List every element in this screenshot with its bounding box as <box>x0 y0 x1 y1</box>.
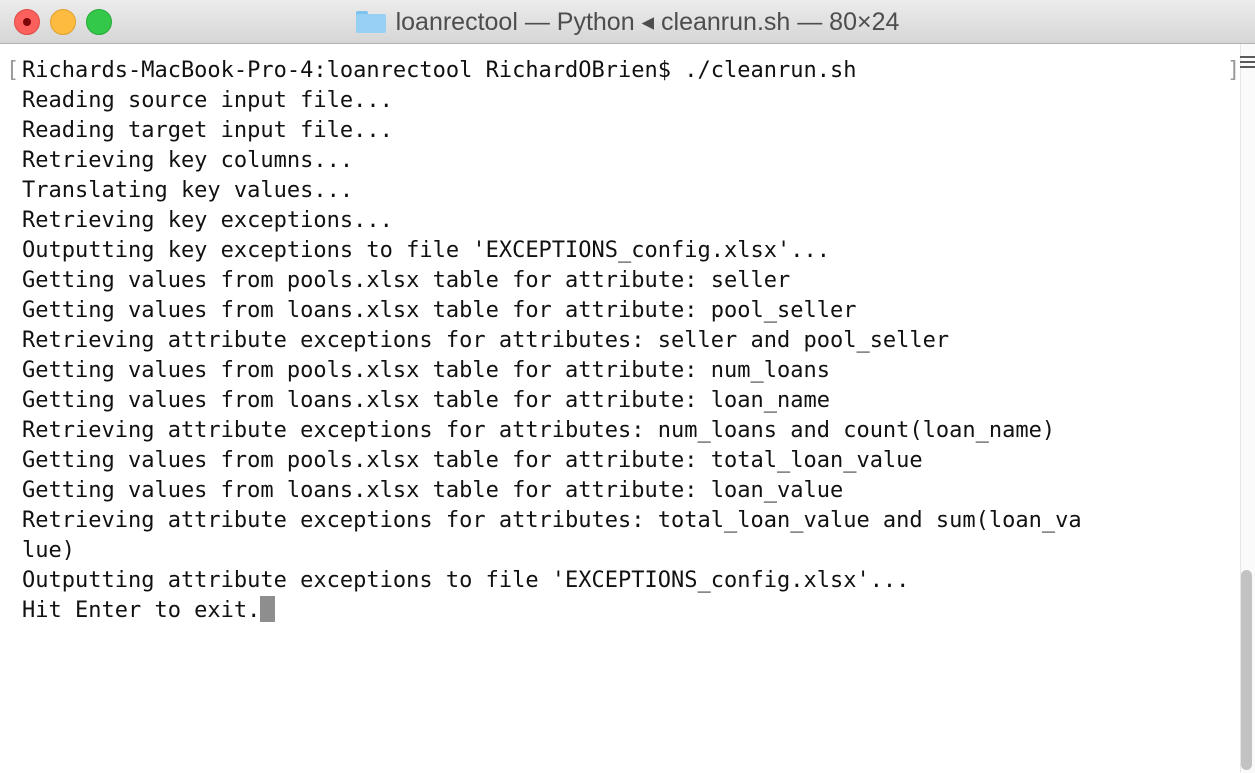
output-line: lue) <box>22 538 75 563</box>
split-pane-icon[interactable] <box>1240 56 1255 74</box>
output-line: Getting values from pools.xlsx table for… <box>22 268 791 293</box>
output-line: Getting values from loans.xlsx table for… <box>22 478 844 503</box>
output-line: Retrieving key columns... <box>22 148 354 173</box>
output-line: Retrieving attribute exceptions for attr… <box>22 508 1082 533</box>
output-line: Getting values from pools.xlsx table for… <box>22 358 830 383</box>
prompt-mark-close: ] <box>1227 58 1241 83</box>
window-title-group: loanrectool — Python ◂ cleanrun.sh — 80×… <box>0 0 1255 44</box>
output-line-last: Hit Enter to exit. <box>22 596 1082 626</box>
output-line: Outputting key exceptions to file 'EXCEP… <box>22 238 830 263</box>
output-line: Retrieving attribute exceptions for attr… <box>22 328 950 353</box>
window-title: loanrectool — Python ◂ cleanrun.sh — 80×… <box>395 8 900 36</box>
title-bar[interactable]: loanrectool — Python ◂ cleanrun.sh — 80×… <box>0 0 1255 44</box>
exit-prompt-text: Hit Enter to exit. <box>22 598 261 623</box>
prompt-mark-open: [ <box>6 58 20 83</box>
prompt-line: Richards-MacBook-Pro-4:loanrectool Richa… <box>22 58 857 83</box>
folder-icon <box>355 11 386 33</box>
output-line: Reading target input file... <box>22 118 393 143</box>
terminal-window: loanrectool — Python ◂ cleanrun.sh — 80×… <box>0 0 1255 773</box>
terminal-output: Richards-MacBook-Pro-4:loanrectool Richa… <box>22 56 1082 626</box>
scrollbar-thumb[interactable] <box>1241 570 1252 770</box>
output-line: Retrieving key exceptions... <box>22 208 393 233</box>
output-line: Getting values from pools.xlsx table for… <box>22 448 923 473</box>
output-line: Translating key values... <box>22 178 354 203</box>
block-cursor <box>260 596 276 622</box>
output-line: Getting values from loans.xlsx table for… <box>22 388 830 413</box>
output-line: Outputting attribute exceptions to file … <box>22 568 910 593</box>
output-line: Reading source input file... <box>22 88 393 113</box>
output-line: Getting values from loans.xlsx table for… <box>22 298 857 323</box>
output-line: Retrieving attribute exceptions for attr… <box>22 418 1056 443</box>
